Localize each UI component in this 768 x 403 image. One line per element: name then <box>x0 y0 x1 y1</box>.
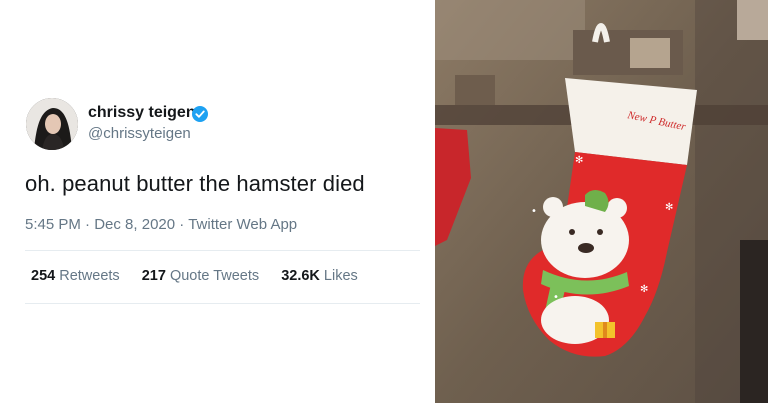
svg-text:•: • <box>531 206 537 217</box>
svg-text:✻: ✻ <box>665 202 673 213</box>
author-handle[interactable]: @chrissyteigen <box>88 125 191 142</box>
author-name[interactable]: chrissy teigen <box>88 104 196 122</box>
retweets-label: Retweets <box>59 268 120 284</box>
quote-tweets-label: Quote Tweets <box>169 268 260 284</box>
likes-stat[interactable]: 32.6K Likes <box>281 268 358 284</box>
tweet-client[interactable]: Twitter Web App <box>188 216 297 233</box>
tweet-time[interactable]: 5:45 PM <box>25 216 81 233</box>
tweet-meta: 5:45 PM · Dec 8, 2020 · Twitter Web App <box>25 216 297 233</box>
likes-label: Likes <box>323 268 358 284</box>
tweet-date[interactable]: Dec 8, 2020 <box>94 216 175 233</box>
divider <box>25 250 420 251</box>
retweets-count: 254 <box>31 268 56 284</box>
stocking-hanger <box>455 75 495 105</box>
tweet-card: chrissy teigen @chrissyteigen oh. peanut… <box>0 0 435 403</box>
svg-text:✻: ✻ <box>640 284 648 295</box>
svg-text:✻: ✻ <box>575 155 583 166</box>
retweets-stat[interactable]: 254 Retweets <box>31 268 120 284</box>
quote-tweets-count: 217 <box>141 268 166 284</box>
verified-badge-icon <box>192 106 208 122</box>
likes-count: 32.6K <box>281 268 320 284</box>
dark-frame <box>740 240 768 403</box>
stocking-photo: New P Butter ✻ ✻ • ✻ • <box>435 0 768 403</box>
quote-tweets-stat[interactable]: 217 Quote Tweets <box>142 268 259 284</box>
divider <box>25 303 420 304</box>
tweet-text: oh. peanut butter the hamster died <box>25 171 365 196</box>
tweet-stats: 254 Retweets 217 Quote Tweets 32.6K Like… <box>31 268 376 284</box>
svg-text:•: • <box>553 292 559 303</box>
meta-separator: · <box>85 216 91 233</box>
avatar[interactable] <box>26 98 78 150</box>
meta-separator: · <box>179 216 185 233</box>
